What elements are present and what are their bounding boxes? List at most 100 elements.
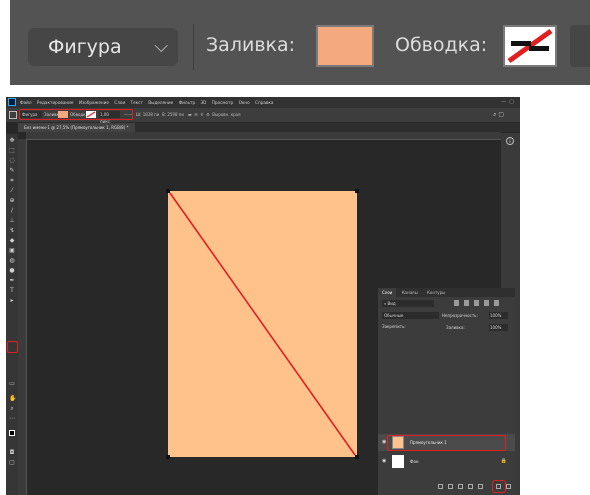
move-tool-icon[interactable]: ✥ xyxy=(9,138,15,144)
healing-tool-icon[interactable]: ⊕ xyxy=(9,198,15,204)
stamp-tool-icon[interactable]: ⊥ xyxy=(9,218,15,224)
blend-row: Обычные Непрозрачность: 100% xyxy=(382,312,510,320)
tab-paths[interactable]: Контуры xyxy=(423,288,449,297)
options-dimensions: —— Ш: 1838 пи В: 2598 пи ▬ ☰ ⁜ ⚙ Выровн.… xyxy=(124,112,241,117)
trash-icon[interactable] xyxy=(506,484,511,489)
diagonal-line xyxy=(169,192,356,456)
layers-footer xyxy=(378,478,515,495)
kind-filter-select[interactable]: ⌕ Вид xyxy=(382,300,434,307)
zoom-tool-icon[interactable]: ⌕ xyxy=(9,406,15,412)
info-icon[interactable]: i xyxy=(506,137,514,145)
fill-opacity-input[interactable]: 100% xyxy=(489,324,508,331)
menu-3d[interactable]: 3D xyxy=(200,100,206,105)
screen-mode-icon[interactable]: ▢ xyxy=(9,460,15,466)
document-tab-bar: Без имени-1 @ 27,5% (Прямоугольник 1, RG… xyxy=(18,123,520,132)
fill-opacity-label: Заливка: xyxy=(446,325,465,330)
tab-channels[interactable]: Каналы xyxy=(398,288,422,297)
quick-mask-icon[interactable]: ◘ xyxy=(9,450,15,456)
align-edges-label[interactable]: Выровн. края xyxy=(212,112,240,117)
gradient-tool-icon[interactable]: ▣ xyxy=(9,248,15,254)
menu-view[interactable]: Просмотр xyxy=(212,100,234,105)
opacity-label: Непрозрачность: xyxy=(442,313,478,318)
path-select-tool-icon[interactable]: ▸ xyxy=(9,298,15,304)
more-tools-icon[interactable]: ⋯ xyxy=(9,416,15,422)
transform-handle-top-left[interactable] xyxy=(166,189,170,193)
hand-tool-icon[interactable]: ✋ xyxy=(9,396,16,402)
link-layers-icon[interactable] xyxy=(438,484,443,489)
layers-panel: Слои Каналы Контуры ⌕ Вид Обычные Непроз… xyxy=(378,288,515,495)
folder-icon[interactable] xyxy=(478,484,483,489)
layer-thumbnail xyxy=(392,455,404,468)
mask-icon[interactable] xyxy=(458,484,463,489)
horizontal-ruler xyxy=(26,132,501,140)
shape-mode-select[interactable]: Фигура ⌵ xyxy=(28,28,178,66)
canvas-rectangle-shape[interactable] xyxy=(168,191,357,457)
document-tab[interactable]: Без имени-1 @ 27,5% (Прямоугольник 1, RG… xyxy=(18,123,135,132)
zoomed-options-crop: Фигура ⌵ Заливка: Обводка: xyxy=(10,0,590,85)
quick-select-tool-icon[interactable]: ✎ xyxy=(9,168,15,174)
dodge-tool-icon[interactable]: ● xyxy=(9,268,15,274)
fill-color-swatch[interactable] xyxy=(316,25,374,67)
tools-panel: ✥ ⬚ ◌ ✎ ⌗ ⁄ ⊕ ∕ ⊥ ↯ ◆ ▣ ◍ ● ✒ T ▸ ▭ ✋ ⌕ … xyxy=(6,134,18,495)
lasso-tool-icon[interactable]: ◌ xyxy=(9,158,15,164)
transform-handle-bottom-left[interactable] xyxy=(166,455,170,459)
blend-mode-select[interactable]: Обычные xyxy=(382,312,439,319)
filter-adjust-icon[interactable] xyxy=(464,300,469,306)
filter-pixel-icon[interactable] xyxy=(454,300,459,306)
transform-handle-top-right[interactable] xyxy=(355,189,359,193)
type-tool-icon[interactable]: T xyxy=(9,288,15,294)
filter-shape-icon[interactable] xyxy=(484,300,489,306)
search-icon[interactable]: ⌕ ▢ xyxy=(493,111,504,119)
stroke-width-field[interactable] xyxy=(570,25,590,67)
brush-tool-icon[interactable]: ∕ xyxy=(9,208,15,214)
menu-select[interactable]: Выделение xyxy=(148,100,173,105)
kind-filter-label: Вид xyxy=(387,301,396,306)
menu-bar: Файл Редактирование Изображение Слои Тек… xyxy=(6,97,520,108)
menu-file[interactable]: Файл xyxy=(20,100,32,105)
lock-icon: 🔒 xyxy=(500,458,507,464)
eye-icon[interactable]: ◉ xyxy=(382,458,386,464)
h-label: В: xyxy=(161,112,167,117)
h-value[interactable]: 2598 пи xyxy=(167,112,184,117)
pen-tool-icon[interactable]: ✒ xyxy=(9,278,15,284)
fx-icon[interactable] xyxy=(448,484,453,489)
blur-tool-icon[interactable]: ◍ xyxy=(9,258,15,264)
menu-text[interactable]: Текст xyxy=(131,100,143,105)
eraser-tool-icon[interactable]: ◆ xyxy=(9,238,15,244)
marquee-tool-icon[interactable]: ⬚ xyxy=(9,148,15,154)
eyedropper-tool-icon[interactable]: ⁄ xyxy=(9,188,15,194)
window-controls[interactable]: — ▢ xyxy=(501,99,514,105)
rectangle-tool-icon[interactable]: ▭ xyxy=(9,381,15,387)
divider xyxy=(193,24,194,70)
rectangle-tool-preset-icon[interactable] xyxy=(9,111,17,119)
crop-tool-icon[interactable]: ⌗ xyxy=(9,178,15,184)
tab-layers[interactable]: Слои xyxy=(378,288,397,297)
filter-smart-icon[interactable] xyxy=(494,300,499,306)
w-value[interactable]: 1838 пи xyxy=(143,112,160,117)
photoshop-window: Файл Редактирование Изображение Слои Тек… xyxy=(6,97,520,495)
stroke-color-swatch[interactable] xyxy=(503,25,557,67)
adjustment-icon[interactable] xyxy=(468,484,473,489)
menu-filter[interactable]: Фильтр xyxy=(179,100,196,105)
highlight-new-layer xyxy=(492,480,506,493)
highlight-selected-layer xyxy=(387,435,506,451)
highlight-rectangle-tool xyxy=(7,341,18,353)
menu-help[interactable]: Справка xyxy=(255,100,273,105)
eye-icon[interactable]: ◉ xyxy=(382,439,386,445)
layers-panel-tabs: Слои Каналы Контуры xyxy=(378,288,515,297)
fill-label: Заливка: xyxy=(206,34,296,56)
lock-label: Закрепить: xyxy=(382,324,406,329)
opacity-input[interactable]: 100% xyxy=(489,312,508,319)
history-brush-tool-icon[interactable]: ↯ xyxy=(9,228,15,234)
filter-type-icon[interactable] xyxy=(474,300,479,306)
menu-layers[interactable]: Слои xyxy=(114,100,125,105)
layer-row[interactable]: ◉ Фон 🔒 xyxy=(378,453,515,470)
foreground-color-swatch[interactable] xyxy=(9,430,15,436)
menu-window[interactable]: Окно xyxy=(239,100,250,105)
ps-logo xyxy=(8,98,16,106)
stroke-label: Обводка: xyxy=(395,34,488,56)
transform-handle-bottom-right[interactable] xyxy=(355,455,359,459)
menu-edit[interactable]: Редактирование xyxy=(37,100,74,105)
chevron-down-icon: ⌵ xyxy=(154,36,168,57)
menu-image[interactable]: Изображение xyxy=(79,100,109,105)
